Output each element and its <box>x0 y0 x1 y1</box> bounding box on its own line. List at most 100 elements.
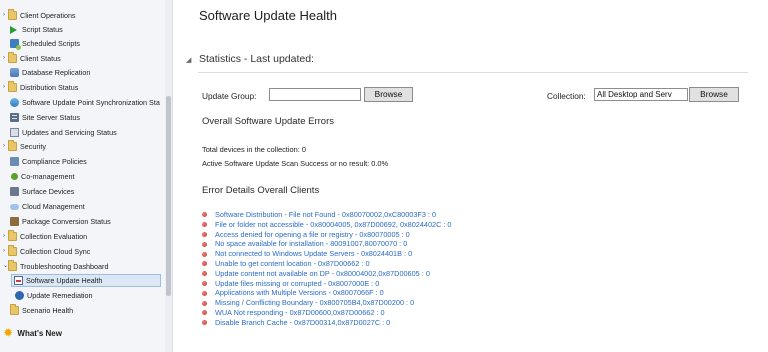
error-bullet-icon <box>202 280 207 286</box>
tree-item-label: Site Server Status <box>22 113 80 122</box>
tree-item-label: Client Status <box>20 54 61 63</box>
tree-item-distribution-status[interactable]: › Distribution Status <box>2 81 78 94</box>
script-icon <box>10 25 17 34</box>
error-bullet-icon <box>202 290 207 296</box>
error-link-text[interactable]: Software Distribution - File not Found -… <box>215 210 436 220</box>
collection-input[interactable]: All Desktop and Serv <box>594 88 688 101</box>
error-link-text[interactable]: Applications with Multiple Versions - 0x… <box>215 288 384 298</box>
error-bullet-icon <box>202 271 207 277</box>
co-management-icon <box>11 173 18 180</box>
tree-item-scenario-health[interactable]: Scenario Health <box>10 304 73 317</box>
overall-errors-header: Overall Software Update Errors <box>202 116 334 127</box>
tree-item-label: Troubleshooting Dashboard <box>20 262 109 271</box>
scheduled-scripts-icon <box>10 39 21 50</box>
error-link[interactable]: Applications with Multiple Versions - 0x… <box>202 288 452 298</box>
error-link-text[interactable]: Missing / Conflicting Boundary - 0x80070… <box>215 298 414 308</box>
tree-item-software-update-health[interactable]: Software Update Health <box>11 274 161 287</box>
section-divider <box>198 72 748 73</box>
tree-item-co-management[interactable]: Co-management <box>10 170 75 183</box>
tree-item-surface-devices[interactable]: Surface Devices <box>10 185 74 198</box>
tree-item-update-remediation[interactable]: Update Remediation <box>15 289 93 302</box>
tree-item-package-conversion-status[interactable]: Package Conversion Status <box>10 215 111 228</box>
error-link[interactable]: Missing / Conflicting Boundary - 0x80070… <box>202 298 452 308</box>
tree-item-label: Database Replication <box>22 68 91 77</box>
error-bullet-icon <box>202 212 207 218</box>
error-link[interactable]: Software Distribution - File not Found -… <box>202 210 452 220</box>
tree-item-updates-servicing-status[interactable]: Updates and Servicing Status <box>10 126 117 139</box>
error-link[interactable]: Unable to get content location - 0x87D00… <box>202 259 452 269</box>
whats-new-node[interactable]: ✹ What's New <box>4 327 62 341</box>
tree-item-database-replication[interactable]: Database Replication <box>10 66 90 79</box>
folder-icon <box>8 9 17 20</box>
tree-item-label: Distribution Status <box>20 83 79 92</box>
error-bullet-icon <box>202 222 207 228</box>
error-link[interactable]: WUA Not responding - 0x87D00600,0x87D006… <box>202 308 452 318</box>
error-list: Software Distribution - File not Found -… <box>202 210 452 328</box>
error-bullet-icon <box>202 251 207 257</box>
error-bullet-icon <box>202 231 207 237</box>
error-link-text[interactable]: No space available for installation - 80… <box>215 239 407 249</box>
error-link[interactable]: Not connected to Windows Update Servers … <box>202 249 452 259</box>
tree-item-client-operations[interactable]: › Client Operations <box>2 9 76 22</box>
tree-item-compliance-policies[interactable]: Compliance Policies <box>10 155 87 168</box>
tree-item-collection-evaluation[interactable]: › Collection Evaluation <box>2 230 87 243</box>
error-link-text[interactable]: WUA Not responding - 0x87D00600,0x87D006… <box>215 308 385 318</box>
error-link[interactable]: Access denied for opening a file or regi… <box>202 230 452 240</box>
tree-item-label: Update Remediation <box>27 291 93 300</box>
sidebar-scrollbar[interactable] <box>165 0 172 352</box>
tree-item-client-status[interactable]: › Client Status <box>2 52 61 65</box>
tree-item-cloud-management[interactable]: Cloud Management <box>10 200 85 213</box>
star-icon: ✹ <box>4 328 13 339</box>
tree-item-security[interactable]: › Security <box>2 140 46 153</box>
updates-icon <box>10 128 19 137</box>
tree-item-troubleshooting-dashboard[interactable]: ⌄ Troubleshooting Dashboard <box>2 260 108 273</box>
update-group-input[interactable] <box>269 88 361 101</box>
error-link-text[interactable]: Unable to get content location - 0x87D00… <box>215 259 370 269</box>
error-link[interactable]: Update content not available on DP - 0x8… <box>202 269 452 279</box>
update-group-browse-button[interactable]: Browse <box>364 87 413 102</box>
navigation-tree: › Client Operations Script Status Schedu… <box>0 0 173 352</box>
error-link-text[interactable]: Disable Branch Cache - 0x87D00314,0x87D0… <box>215 318 390 328</box>
package-icon <box>10 217 19 226</box>
error-bullet-icon <box>202 261 207 267</box>
error-link[interactable]: No space available for installation - 80… <box>202 239 452 249</box>
tree-item-scheduled-scripts[interactable]: Scheduled Scripts <box>10 37 80 50</box>
tree-item-label: Scenario Health <box>22 306 74 315</box>
error-link-text[interactable]: Update content not available on DP - 0x8… <box>215 269 430 279</box>
collapse-section-icon[interactable]: ◢ <box>186 56 191 64</box>
error-link-text[interactable]: Not connected to Windows Update Servers … <box>215 249 412 259</box>
health-icon <box>14 276 23 285</box>
tree-item-label: Scheduled Scripts <box>22 39 80 48</box>
tree-item-label: Updates and Servicing Status <box>22 128 117 137</box>
update-group-label: Update Group: <box>202 91 257 101</box>
error-link[interactable]: Disable Branch Cache - 0x87D00314,0x87D0… <box>202 318 452 328</box>
error-link-text[interactable]: Access denied for opening a file or regi… <box>215 230 410 240</box>
database-icon <box>10 68 19 77</box>
folder-icon <box>10 304 19 315</box>
error-bullet-icon <box>202 310 207 316</box>
error-bullet-icon <box>202 241 207 247</box>
error-link[interactable]: Update files missing or corrupted - 0x80… <box>202 279 452 289</box>
tree-item-label: Security <box>20 142 46 151</box>
error-link-text[interactable]: Update files missing or corrupted - 0x80… <box>215 279 379 289</box>
error-link[interactable]: File or folder not accessible - 0x800040… <box>202 220 452 230</box>
page-title: Software Update Health <box>199 8 338 23</box>
error-bullet-icon <box>202 300 207 306</box>
tree-item-label: Compliance Policies <box>22 157 87 166</box>
error-link-text[interactable]: File or folder not accessible - 0x800040… <box>215 220 452 230</box>
tree-item-script-status[interactable]: Script Status <box>10 23 63 36</box>
scan-success-text: Active Software Update Scan Success or n… <box>202 159 389 168</box>
folder-icon <box>8 81 17 92</box>
tree-item-label: Cloud Management <box>22 202 85 211</box>
tree-item-label: Software Update Point Synchronization St… <box>22 98 160 107</box>
tree-item-collection-cloud-sync[interactable]: › Collection Cloud Sync <box>2 245 90 258</box>
tree-item-site-server-status[interactable]: Site Server Status <box>10 111 80 124</box>
scrollbar-thumb[interactable] <box>166 96 171 296</box>
statistics-header: Statistics - Last updated: <box>199 53 314 65</box>
collection-label: Collection: <box>547 91 586 101</box>
surface-icon <box>10 187 19 196</box>
error-details-header: Error Details Overall Clients <box>202 185 320 196</box>
tree-item-label: Collection Evaluation <box>20 232 88 241</box>
collection-browse-button[interactable]: Browse <box>689 87 739 102</box>
tree-item-sup-sync-status[interactable]: Software Update Point Synchronization St… <box>10 96 160 109</box>
